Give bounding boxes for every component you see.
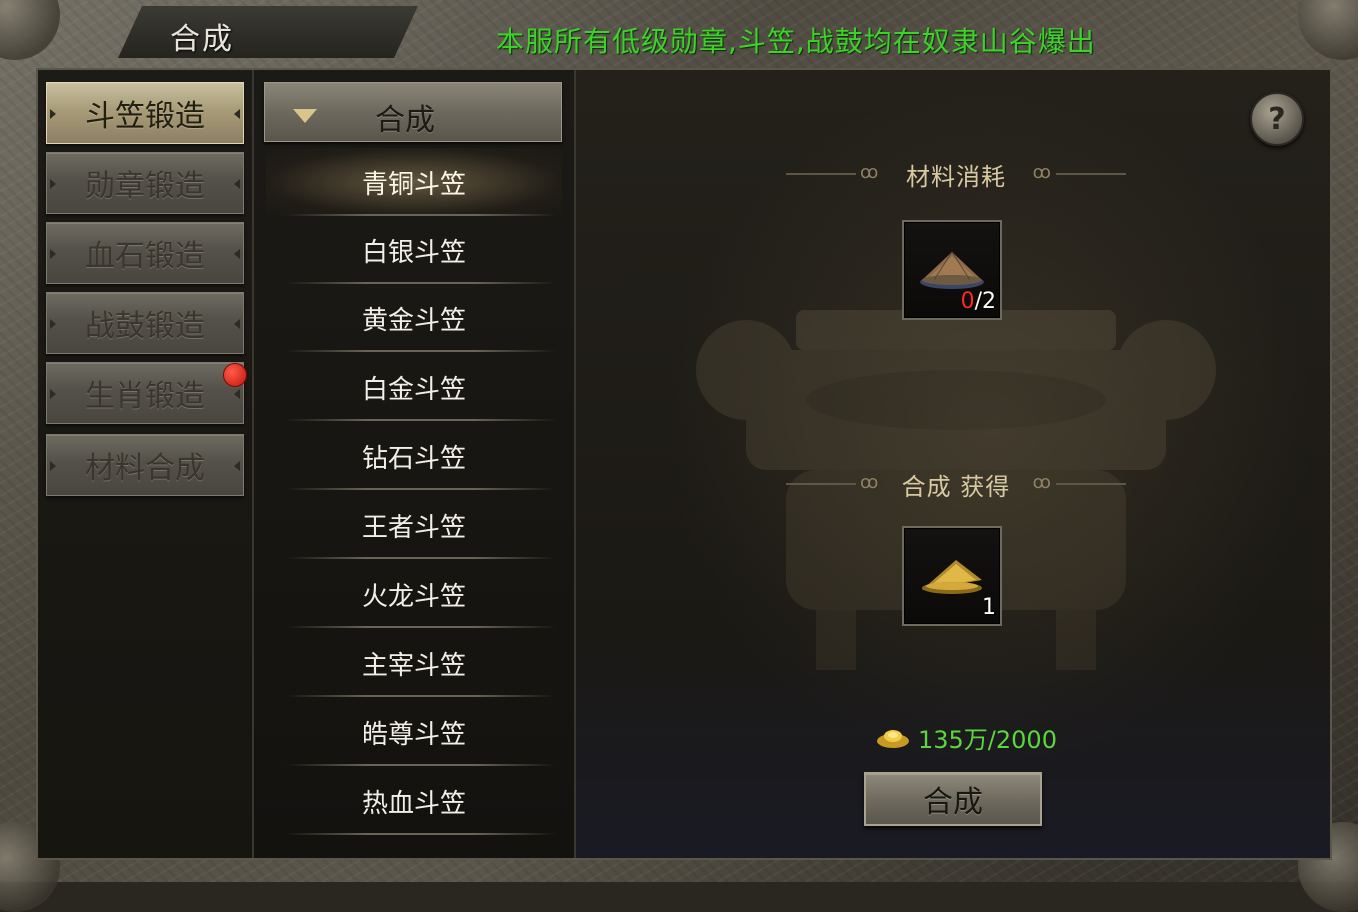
divider-line — [1056, 483, 1126, 485]
category-tabs: 斗笠锻造 勋章锻造 血石锻造 战鼓锻造 生肖锻造 材料合成 — [38, 70, 254, 858]
notification-badge — [223, 363, 247, 387]
tab-arrow-left-icon — [50, 319, 56, 329]
tab-arrow-left-icon — [50, 179, 56, 189]
tab-arrow-left-icon — [50, 389, 56, 399]
tab-label: 斗笠锻造 — [85, 99, 205, 134]
scroll-ornament-icon: ꝏ — [860, 162, 880, 183]
tab-label: 战鼓锻造 — [85, 309, 205, 344]
scroll-ornament-icon: ꝏ — [1032, 162, 1052, 183]
tab-material-synthesis[interactable]: 材料合成 — [46, 434, 244, 496]
materials-title: 材料消耗 — [906, 162, 1006, 191]
tab-label: 勋章锻造 — [85, 169, 205, 204]
tab-medal-forge[interactable]: 勋章锻造 — [46, 152, 244, 214]
list-item-king-hat[interactable]: 王者斗笠 — [266, 491, 562, 559]
divider-line — [786, 173, 856, 175]
divider-line — [1056, 173, 1126, 175]
tab-arrow-right-icon — [234, 249, 240, 259]
list-header-label: 合成 — [375, 103, 435, 138]
synthesize-button[interactable]: 合成 — [864, 772, 1042, 826]
materials-header: ꝏ 材料消耗 ꝏ — [776, 154, 1136, 194]
material-count: 0/2 — [960, 289, 996, 314]
tab-hat-forge[interactable]: 斗笠锻造 — [46, 82, 244, 144]
tab-bloodstone-forge[interactable]: 血石锻造 — [46, 222, 244, 284]
announcement-text: 本服所有低级勋章,斗笠,战鼓均在奴隶山谷爆出 — [496, 25, 1096, 58]
detail-panel: ? ꝏ 材料消耗 ꝏ 0/2 ꝏ 合成 获得 ꝏ 1 135万/2000 合成 — [576, 70, 1330, 858]
window-title: 合成 — [170, 22, 234, 57]
list-item-overlord-hat[interactable]: 主宰斗笠 — [266, 629, 562, 697]
list-header-dropdown[interactable]: 合成 — [264, 82, 562, 142]
scroll-ornament-icon: ꝏ — [860, 472, 880, 493]
tab-arrow-left-icon — [50, 109, 56, 119]
tab-arrow-right-icon — [234, 109, 240, 119]
tab-wardrum-forge[interactable]: 战鼓锻造 — [46, 292, 244, 354]
tab-arrow-right-icon — [234, 461, 240, 471]
tab-zodiac-forge[interactable]: 生肖锻造 — [46, 362, 247, 424]
gold-ingot-icon — [877, 730, 909, 748]
tab-arrow-left-icon — [50, 249, 56, 259]
tab-label: 材料合成 — [85, 451, 205, 486]
result-header: ꝏ 合成 获得 ꝏ — [776, 464, 1136, 504]
list-item-platinum-hat[interactable]: 白金斗笠 — [266, 353, 562, 421]
result-title: 合成 获得 — [901, 472, 1011, 501]
recipe-list: 合成 青铜斗笠 白银斗笠 黄金斗笠 白金斗笠 钻石斗笠 王者斗笠 火龙斗笠 主宰… — [254, 70, 576, 858]
list-item-gold-hat[interactable]: 黄金斗笠 — [266, 284, 562, 352]
tab-arrow-right-icon — [234, 319, 240, 329]
dropdown-triangle-icon — [293, 109, 317, 123]
list-item-firedragon-hat[interactable]: 火龙斗笠 — [266, 560, 562, 628]
title-tab — [118, 6, 418, 58]
list-item-bronze-hat[interactable]: 青铜斗笠 — [266, 148, 562, 216]
tab-arrow-left-icon — [50, 461, 56, 471]
divider-line — [786, 483, 856, 485]
result-count: 1 — [982, 595, 996, 620]
tab-label: 生肖锻造 — [85, 379, 205, 414]
cost-display: 135万/2000 — [876, 720, 1057, 754]
scroll-ornament-icon: ꝏ — [1032, 472, 1052, 493]
list-item-diamond-hat[interactable]: 钻石斗笠 — [266, 422, 562, 490]
tab-label: 血石锻造 — [85, 239, 205, 274]
tab-arrow-right-icon — [234, 179, 240, 189]
corner-ornament — [0, 0, 60, 60]
material-slot[interactable]: 0/2 — [902, 220, 1002, 320]
tab-arrow-right-icon — [234, 389, 240, 399]
help-button[interactable]: ? — [1250, 92, 1304, 146]
main-panel: 斗笠锻造 勋章锻造 血石锻造 战鼓锻造 生肖锻造 材料合成 合成 青铜斗笠 白银… — [36, 68, 1332, 860]
list-item-silver-hat[interactable]: 白银斗笠 — [266, 216, 562, 284]
result-slot[interactable]: 1 — [902, 526, 1002, 626]
list-item-rexue-hat[interactable]: 热血斗笠 — [266, 767, 562, 835]
corner-ornament — [1298, 0, 1358, 60]
list-item-haozun-hat[interactable]: 皓尊斗笠 — [266, 698, 562, 766]
cost-value: 135万/2000 — [918, 725, 1057, 754]
